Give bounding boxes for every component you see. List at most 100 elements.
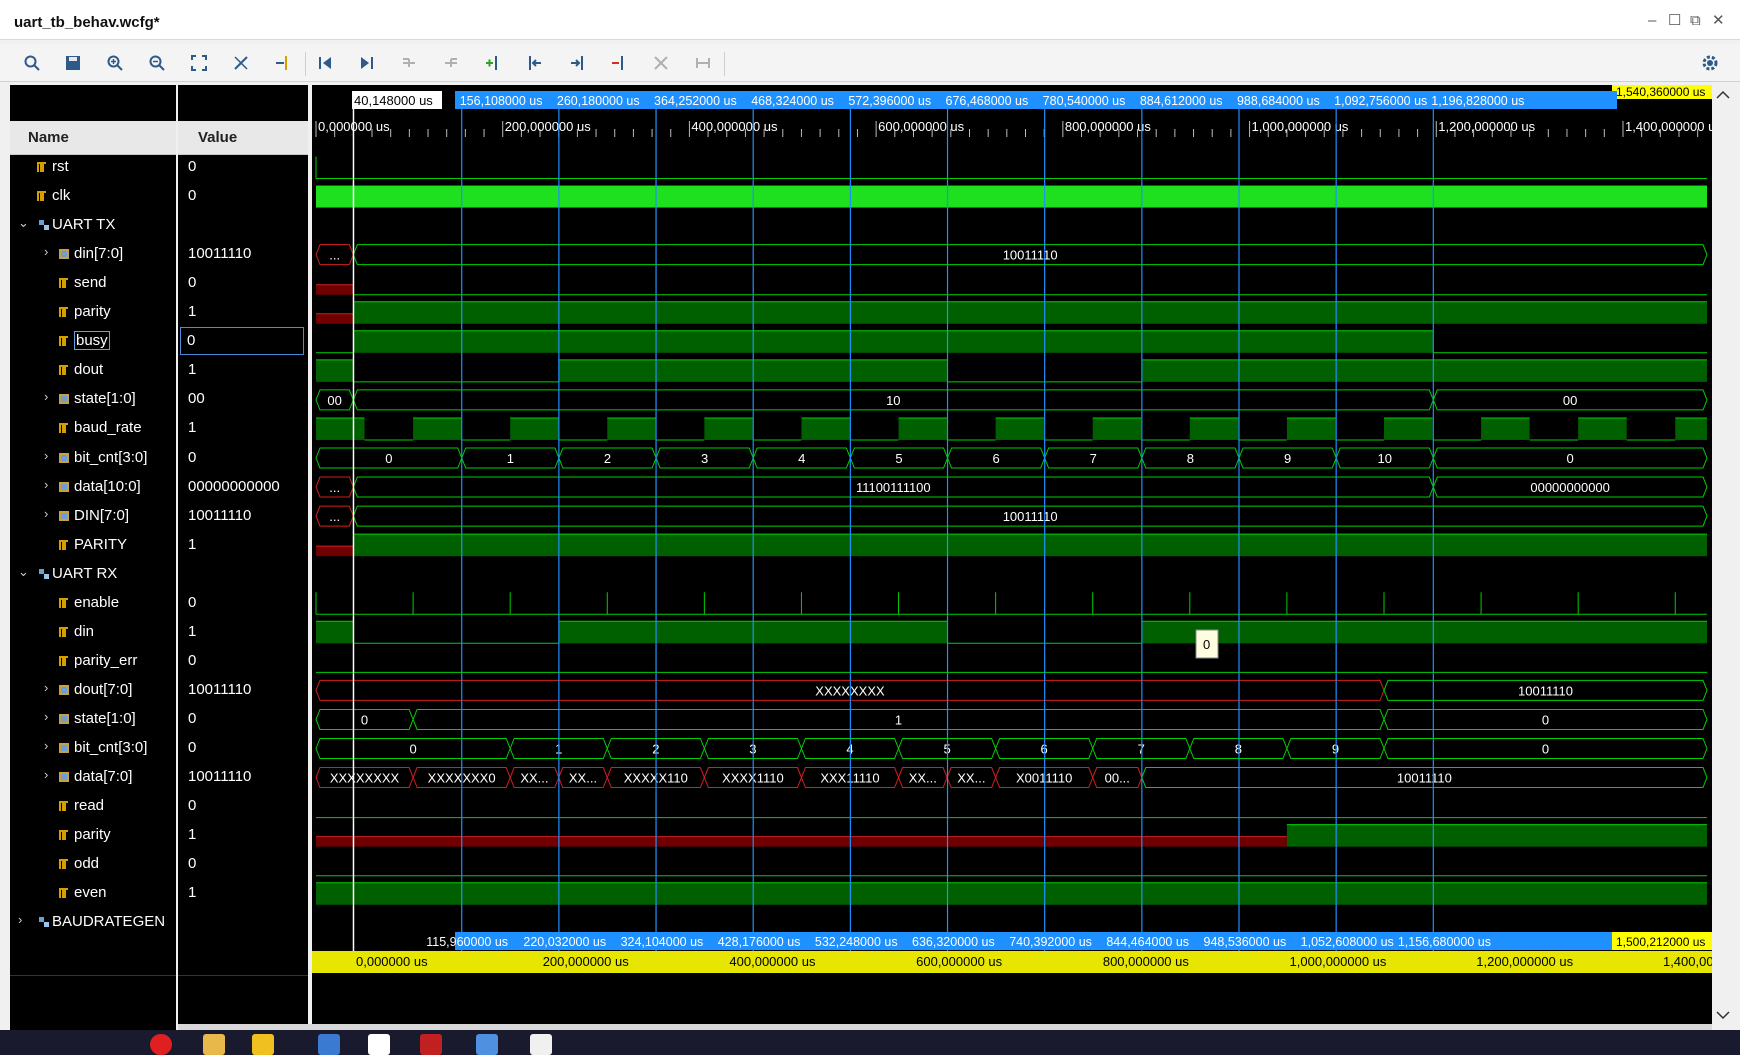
value-row[interactable]: 0 <box>178 705 308 734</box>
go-to-time-zero-icon[interactable] <box>310 48 338 76</box>
signal-row[interactable]: baud_rate <box>10 414 176 443</box>
signal-row[interactable]: parity_err <box>10 647 176 676</box>
chevron-down-icon[interactable]: ⌄ <box>18 564 29 580</box>
value-row[interactable]: 10011110 <box>178 240 308 269</box>
value-row[interactable] <box>178 908 308 937</box>
app3-icon[interactable] <box>368 1034 390 1055</box>
value-row[interactable]: 1 <box>178 298 308 327</box>
signal-row[interactable]: read <box>10 792 176 821</box>
signal-row[interactable]: › state[1:0] <box>10 385 176 414</box>
value-row[interactable]: 0 <box>178 734 308 763</box>
signal-row[interactable]: › DIN[7:0] <box>10 502 176 531</box>
chevron-right-icon[interactable]: › <box>44 448 48 463</box>
signal-row[interactable]: parity <box>10 298 176 327</box>
value-row[interactable]: 0 <box>178 647 308 676</box>
chevron-right-icon[interactable]: › <box>44 389 48 404</box>
minimize-button[interactable]: – <box>1648 13 1656 28</box>
signal-row[interactable]: odd <box>10 850 176 879</box>
add-marker-icon[interactable] <box>478 48 506 76</box>
zoom-out-icon[interactable] <box>142 48 170 76</box>
next-transition-icon[interactable] <box>436 48 464 76</box>
zoom-in-icon[interactable] <box>100 48 128 76</box>
value-row[interactable] <box>178 560 308 589</box>
name-column-header[interactable]: Name <box>10 121 176 155</box>
remove-marker-icon[interactable] <box>604 48 632 76</box>
next-marker-icon[interactable] <box>562 48 590 76</box>
app5-icon[interactable] <box>476 1034 498 1055</box>
chevron-right-icon[interactable]: › <box>44 244 48 259</box>
chevron-right-icon[interactable]: › <box>44 767 48 782</box>
value-row[interactable]: 0 <box>178 182 308 211</box>
value-row[interactable]: 0 <box>178 444 308 473</box>
app-icon[interactable] <box>252 1034 274 1055</box>
previous-transition-icon[interactable] <box>394 48 422 76</box>
value-row[interactable]: 10011110 <box>178 676 308 705</box>
value-row[interactable] <box>178 211 308 240</box>
signal-row[interactable]: › bit_cnt[3:0] <box>10 444 176 473</box>
close-button[interactable]: ✕ <box>1712 13 1725 28</box>
signal-row[interactable]: rst <box>10 153 176 182</box>
chevron-right-icon[interactable]: › <box>44 506 48 521</box>
value-row[interactable]: 00000000000 <box>178 473 308 502</box>
app2-icon[interactable] <box>318 1034 340 1055</box>
signal-row[interactable]: PARITY <box>10 531 176 560</box>
value-row[interactable]: 10011110 <box>178 502 308 531</box>
save-icon[interactable] <box>58 48 86 76</box>
swap-cursors-icon[interactable] <box>226 48 254 76</box>
value-row[interactable]: 1 <box>178 356 308 385</box>
maximize-button[interactable]: ☐ <box>1668 13 1681 28</box>
waveform-viewer[interactable]: 1,540,360000 us 40,148000 us 156,108000 us… <box>312 85 1740 1030</box>
chevron-right-icon[interactable]: › <box>44 738 48 753</box>
chevron-right-icon[interactable]: › <box>44 709 48 724</box>
app4-icon[interactable] <box>420 1034 442 1055</box>
delete-all-markers-icon[interactable] <box>646 48 674 76</box>
signal-row[interactable]: › bit_cnt[3:0] <box>10 734 176 763</box>
signal-row[interactable]: › state[1:0] <box>10 705 176 734</box>
chevron-right-icon[interactable]: › <box>44 680 48 695</box>
previous-marker-icon[interactable] <box>520 48 548 76</box>
waveform-canvas[interactable]: 1,540,360000 us 40,148000 us 156,108000 us… <box>312 85 1740 1030</box>
chevron-right-icon[interactable]: › <box>18 912 22 927</box>
zoom-fit-icon[interactable] <box>184 48 212 76</box>
signal-row[interactable]: enable <box>10 589 176 618</box>
value-row[interactable]: 1 <box>178 821 308 850</box>
browser-icon[interactable] <box>150 1034 172 1055</box>
folder-icon[interactable] <box>203 1034 225 1055</box>
value-row[interactable]: 0 <box>180 327 304 356</box>
app6-icon[interactable] <box>530 1034 552 1055</box>
value-row[interactable]: 10011110 <box>178 763 308 792</box>
settings-gear-icon[interactable] <box>1695 48 1723 76</box>
signal-row[interactable]: › data[7:0] <box>10 763 176 792</box>
value-row[interactable]: 1 <box>178 531 308 560</box>
value-row[interactable]: 1 <box>178 618 308 647</box>
value-row[interactable]: 00 <box>178 385 308 414</box>
snap-to-transition-icon[interactable] <box>688 48 716 76</box>
signal-row[interactable]: › dout[7:0] <box>10 676 176 705</box>
signal-row[interactable]: ⌄ UART RX <box>10 560 176 589</box>
vertical-scrollbar[interactable] <box>1712 85 1734 1030</box>
signal-row[interactable]: parity <box>10 821 176 850</box>
value-row[interactable]: 0 <box>178 153 308 182</box>
chevron-right-icon[interactable]: › <box>44 477 48 492</box>
go-to-cursor-icon[interactable] <box>268 48 296 76</box>
value-row[interactable]: 1 <box>178 414 308 443</box>
signal-row[interactable]: › data[10:0] <box>10 473 176 502</box>
value-row[interactable]: 1 <box>178 879 308 908</box>
value-row[interactable]: 0 <box>178 589 308 618</box>
value-row[interactable]: 0 <box>178 792 308 821</box>
signal-row[interactable]: busy <box>10 327 176 356</box>
signal-row[interactable]: › BAUDRATEGEN <box>10 908 176 937</box>
signal-row[interactable]: clk <box>10 182 176 211</box>
value-row[interactable]: 0 <box>178 850 308 879</box>
value-column-header[interactable]: Value <box>178 121 308 155</box>
signal-row[interactable]: send <box>10 269 176 298</box>
signal-row[interactable]: dout <box>10 356 176 385</box>
signal-row[interactable]: even <box>10 879 176 908</box>
chevron-down-icon[interactable]: ⌄ <box>18 215 29 231</box>
go-to-last-time-icon[interactable] <box>352 48 380 76</box>
signal-row[interactable]: din <box>10 618 176 647</box>
restore-button[interactable]: ⧉ <box>1690 13 1701 28</box>
signal-row[interactable]: › din[7:0] <box>10 240 176 269</box>
value-row[interactable]: 0 <box>178 269 308 298</box>
signal-row[interactable]: ⌄ UART TX <box>10 211 176 240</box>
